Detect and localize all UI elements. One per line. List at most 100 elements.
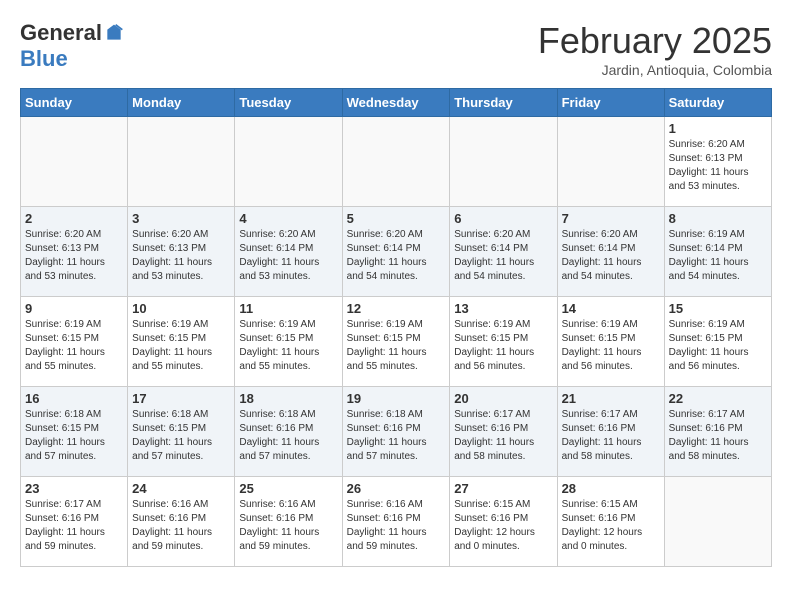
day-info: Sunrise: 6:17 AM Sunset: 6:16 PM Dayligh… xyxy=(25,498,123,554)
calendar-day-cell: 18 Sunrise: 6:18 AM Sunset: 6:16 PM Dayli… xyxy=(235,387,342,477)
day-number: 23 xyxy=(25,481,123,496)
day-info: Sunrise: 6:15 AM Sunset: 6:16 PM Dayligh… xyxy=(562,498,660,554)
day-info: Sunrise: 6:17 AM Sunset: 6:16 PM Dayligh… xyxy=(562,408,660,464)
calendar-day-cell: 9 Sunrise: 6:19 AM Sunset: 6:15 PM Daylig… xyxy=(21,297,128,387)
day-number: 1 xyxy=(669,121,767,136)
weekday-header-tuesday: Tuesday xyxy=(235,89,342,117)
day-number: 21 xyxy=(562,391,660,406)
day-info: Sunrise: 6:16 AM Sunset: 6:16 PM Dayligh… xyxy=(132,498,230,554)
day-number: 26 xyxy=(347,481,446,496)
calendar-week-row: 2 Sunrise: 6:20 AM Sunset: 6:13 PM Daylig… xyxy=(21,207,772,297)
day-info: Sunrise: 6:18 AM Sunset: 6:15 PM Dayligh… xyxy=(25,408,123,464)
logo-general-text: General xyxy=(20,20,102,46)
calendar-day-cell: 26Sunrise: 6:16 AM Sunset: 6:16 PM Dayli… xyxy=(342,477,450,567)
calendar-day-cell: 28 Sunrise: 6:15 AM Sunset: 6:16 PM Dayli… xyxy=(557,477,664,567)
calendar-day-cell xyxy=(342,117,450,207)
weekday-header-monday: Monday xyxy=(128,89,235,117)
calendar-day-cell: 14 Sunrise: 6:19 AM Sunset: 6:15 PM Dayli… xyxy=(557,297,664,387)
weekday-header-sunday: Sunday xyxy=(21,89,128,117)
calendar-day-cell: 10 Sunrise: 6:19 AM Sunset: 6:15 PM Dayli… xyxy=(128,297,235,387)
calendar-week-row: 16 Sunrise: 6:18 AM Sunset: 6:15 PM Dayli… xyxy=(21,387,772,477)
calendar-day-cell: 6Sunrise: 6:20 AM Sunset: 6:14 PM Daylig… xyxy=(450,207,557,297)
weekday-header-thursday: Thursday xyxy=(450,89,557,117)
calendar-week-row: 23 Sunrise: 6:17 AM Sunset: 6:16 PM Dayli… xyxy=(21,477,772,567)
day-number: 20 xyxy=(454,391,552,406)
day-info: Sunrise: 6:18 AM Sunset: 6:16 PM Dayligh… xyxy=(239,408,337,464)
day-info: Sunrise: 6:19 AM Sunset: 6:15 PM Dayligh… xyxy=(239,318,337,374)
day-number: 5 xyxy=(347,211,446,226)
day-info: Sunrise: 6:18 AM Sunset: 6:15 PM Dayligh… xyxy=(132,408,230,464)
calendar-day-cell xyxy=(450,117,557,207)
day-info: Sunrise: 6:20 AM Sunset: 6:14 PM Dayligh… xyxy=(239,228,337,284)
day-number: 15 xyxy=(669,301,767,316)
day-number: 4 xyxy=(239,211,337,226)
calendar-day-cell: 8Sunrise: 6:19 AM Sunset: 6:14 PM Daylig… xyxy=(664,207,771,297)
day-number: 3 xyxy=(132,211,230,226)
day-number: 9 xyxy=(25,301,123,316)
day-info: Sunrise: 6:20 AM Sunset: 6:13 PM Dayligh… xyxy=(132,228,230,284)
day-number: 22 xyxy=(669,391,767,406)
logo-blue-text: Blue xyxy=(20,46,68,71)
day-info: Sunrise: 6:15 AM Sunset: 6:16 PM Dayligh… xyxy=(454,498,552,554)
weekday-header-wednesday: Wednesday xyxy=(342,89,450,117)
weekday-header-saturday: Saturday xyxy=(664,89,771,117)
day-number: 12 xyxy=(347,301,446,316)
page-header: General Blue February 2025 Jardin, Antio… xyxy=(20,20,772,78)
day-info: Sunrise: 6:20 AM Sunset: 6:14 PM Dayligh… xyxy=(347,228,446,284)
title-section: February 2025 Jardin, Antioquia, Colombi… xyxy=(538,20,772,78)
day-number: 28 xyxy=(562,481,660,496)
day-info: Sunrise: 6:16 AM Sunset: 6:16 PM Dayligh… xyxy=(239,498,337,554)
calendar-day-cell: 2 Sunrise: 6:20 AM Sunset: 6:13 PM Daylig… xyxy=(21,207,128,297)
day-info: Sunrise: 6:17 AM Sunset: 6:16 PM Dayligh… xyxy=(669,408,767,464)
weekday-header-row: SundayMondayTuesdayWednesdayThursdayFrid… xyxy=(21,89,772,117)
day-number: 2 xyxy=(25,211,123,226)
logo: General Blue xyxy=(20,20,124,72)
calendar-day-cell: 1Sunrise: 6:20 AM Sunset: 6:13 PM Daylig… xyxy=(664,117,771,207)
day-number: 19 xyxy=(347,391,446,406)
calendar-day-cell: 7 Sunrise: 6:20 AM Sunset: 6:14 PM Daylig… xyxy=(557,207,664,297)
day-info: Sunrise: 6:20 AM Sunset: 6:14 PM Dayligh… xyxy=(454,228,552,284)
calendar-day-cell xyxy=(21,117,128,207)
calendar-day-cell: 24 Sunrise: 6:16 AM Sunset: 6:16 PM Dayli… xyxy=(128,477,235,567)
calendar-day-cell: 21 Sunrise: 6:17 AM Sunset: 6:16 PM Dayli… xyxy=(557,387,664,477)
calendar-day-cell: 12 Sunrise: 6:19 AM Sunset: 6:15 PM Dayli… xyxy=(342,297,450,387)
month-title: February 2025 xyxy=(538,20,772,62)
day-number: 14 xyxy=(562,301,660,316)
calendar-day-cell: 23 Sunrise: 6:17 AM Sunset: 6:16 PM Dayli… xyxy=(21,477,128,567)
day-number: 18 xyxy=(239,391,337,406)
day-info: Sunrise: 6:19 AM Sunset: 6:15 PM Dayligh… xyxy=(669,318,767,374)
calendar-day-cell: 27 Sunrise: 6:15 AM Sunset: 6:16 PM Dayli… xyxy=(450,477,557,567)
day-info: Sunrise: 6:20 AM Sunset: 6:14 PM Dayligh… xyxy=(562,228,660,284)
logo-icon xyxy=(104,23,124,43)
day-number: 16 xyxy=(25,391,123,406)
day-number: 11 xyxy=(239,301,337,316)
day-number: 13 xyxy=(454,301,552,316)
calendar-day-cell: 11 Sunrise: 6:19 AM Sunset: 6:15 PM Dayli… xyxy=(235,297,342,387)
day-info: Sunrise: 6:19 AM Sunset: 6:15 PM Dayligh… xyxy=(132,318,230,374)
calendar-day-cell: 4 Sunrise: 6:20 AM Sunset: 6:14 PM Daylig… xyxy=(235,207,342,297)
calendar-day-cell xyxy=(235,117,342,207)
calendar-day-cell: 20 Sunrise: 6:17 AM Sunset: 6:16 PM Dayli… xyxy=(450,387,557,477)
day-info: Sunrise: 6:18 AM Sunset: 6:16 PM Dayligh… xyxy=(347,408,446,464)
day-info: Sunrise: 6:17 AM Sunset: 6:16 PM Dayligh… xyxy=(454,408,552,464)
calendar-day-cell: 25 Sunrise: 6:16 AM Sunset: 6:16 PM Dayli… xyxy=(235,477,342,567)
calendar-day-cell: 19 Sunrise: 6:18 AM Sunset: 6:16 PM Dayli… xyxy=(342,387,450,477)
day-info: Sunrise: 6:19 AM Sunset: 6:14 PM Dayligh… xyxy=(669,228,767,284)
day-info: Sunrise: 6:19 AM Sunset: 6:15 PM Dayligh… xyxy=(562,318,660,374)
day-number: 24 xyxy=(132,481,230,496)
day-number: 25 xyxy=(239,481,337,496)
day-number: 17 xyxy=(132,391,230,406)
calendar-week-row: 1Sunrise: 6:20 AM Sunset: 6:13 PM Daylig… xyxy=(21,117,772,207)
calendar-day-cell: 17 Sunrise: 6:18 AM Sunset: 6:15 PM Dayli… xyxy=(128,387,235,477)
calendar-day-cell: 16 Sunrise: 6:18 AM Sunset: 6:15 PM Dayli… xyxy=(21,387,128,477)
day-number: 7 xyxy=(562,211,660,226)
day-info: Sunrise: 6:20 AM Sunset: 6:13 PM Dayligh… xyxy=(25,228,123,284)
day-info: Sunrise: 6:19 AM Sunset: 6:15 PM Dayligh… xyxy=(347,318,446,374)
calendar-day-cell: 15 Sunrise: 6:19 AM Sunset: 6:15 PM Dayli… xyxy=(664,297,771,387)
calendar-day-cell: 13Sunrise: 6:19 AM Sunset: 6:15 PM Dayli… xyxy=(450,297,557,387)
day-number: 27 xyxy=(454,481,552,496)
day-info: Sunrise: 6:19 AM Sunset: 6:15 PM Dayligh… xyxy=(25,318,123,374)
calendar-day-cell xyxy=(557,117,664,207)
calendar-table: SundayMondayTuesdayWednesdayThursdayFrid… xyxy=(20,88,772,567)
day-number: 10 xyxy=(132,301,230,316)
